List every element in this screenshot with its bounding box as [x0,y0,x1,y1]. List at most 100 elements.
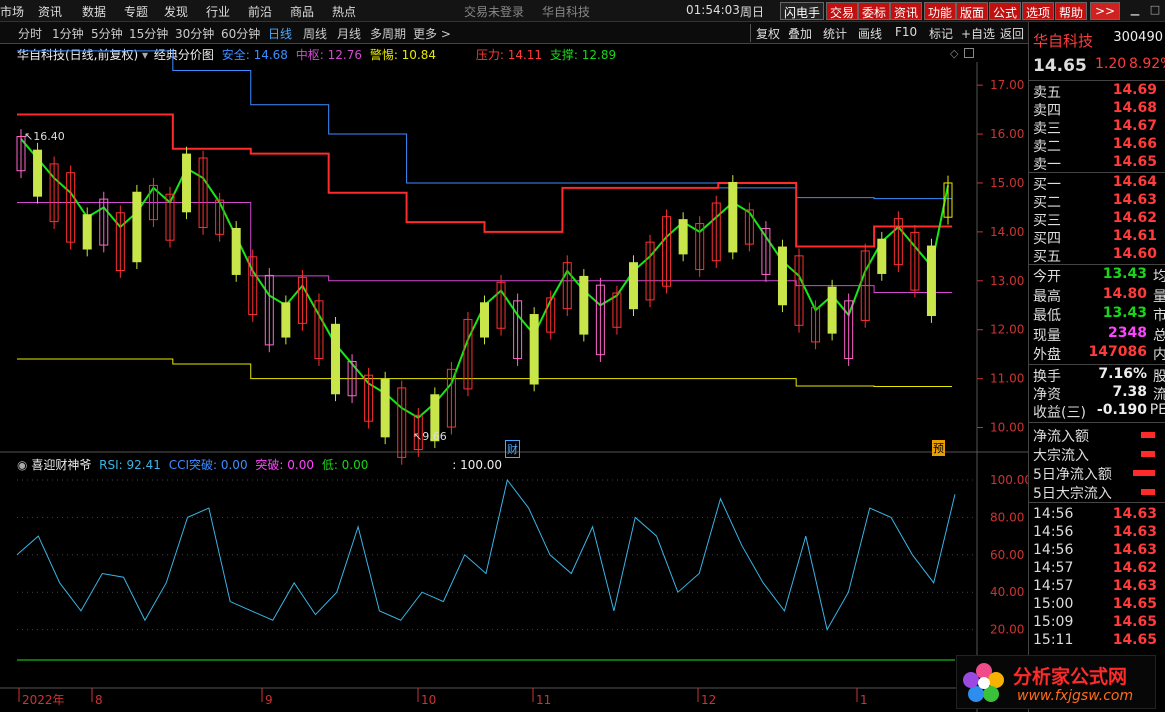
bid-row[interactable]: 买五 14.60 [1033,246,1163,265]
trade-button[interactable]: 交易 [826,2,859,20]
flow-row[interactable]: 5日净流入额 [1033,464,1163,483]
tick-row-label: 15:00 [1033,596,1074,612]
tick-row-value: 14.63 [1112,542,1157,558]
forecast-marker[interactable]: 预 [932,440,945,456]
stat-row-label: 最低 [1033,308,1061,324]
menu-data[interactable]: 数据 [82,3,106,20]
menu-frontier[interactable]: 前沿 [248,3,272,20]
menu-discover[interactable]: 发现 [164,3,188,20]
logo-title: 分析家公式网 [1013,666,1128,688]
tick-row[interactable]: 15:11 14.65 [1033,632,1163,651]
ask-row[interactable]: 卖一 14.65 [1033,154,1163,173]
candle-body [877,238,887,274]
layout-button[interactable]: 版面 [956,2,989,20]
legend-cci: CCI突破: 0.00 [168,458,248,472]
menu-hot[interactable]: 热点 [332,3,356,20]
stat2-row[interactable]: 换手 7.16% 股 [1033,366,1165,385]
maximize-icon[interactable]: □ [1148,3,1162,17]
stat-row[interactable]: 现量 2348 总 [1033,324,1165,344]
tick-row[interactable]: 14:57 14.63 [1033,578,1163,597]
flow-row[interactable]: 5日大宗流入 [1033,483,1163,502]
ask-row[interactable]: 卖四 14.68 [1033,100,1163,119]
tick-row[interactable]: 14:56 14.63 [1033,506,1163,525]
flow-bar [1141,489,1155,495]
ask-row[interactable]: 卖五 14.69 [1033,82,1163,101]
candle-body [82,214,92,250]
legend-breakout: 突破: 0.00 [255,458,314,472]
news-button[interactable]: 资讯 [890,2,923,20]
stat-row-value: 2348 [1108,324,1147,341]
stat2-row[interactable]: 净资 7.38 流 [1033,384,1165,403]
login-status[interactable]: 交易未登录 [464,3,524,20]
bid-row[interactable]: 买三 14.62 [1033,210,1163,229]
bid-row[interactable]: 买一 14.64 [1033,174,1163,193]
minimize-icon[interactable]: ▁ [1128,3,1142,17]
formula-button[interactable]: 公式 [989,2,1022,20]
flow-row[interactable]: 净流入额 [1033,426,1163,445]
stat-row-value: 14.80 [1102,285,1147,302]
tick-row[interactable]: 15:09 14.65 [1033,614,1163,633]
tick-row[interactable]: 14:56 14.63 [1033,542,1163,561]
tick-row-label: 15:09 [1033,614,1074,630]
ask-row[interactable]: 卖二 14.66 [1033,136,1163,155]
stat2-row-tail: 股 [1153,369,1165,385]
tick-row-value: 14.65 [1112,614,1157,630]
flow-row[interactable]: 大宗流入 [1033,445,1163,464]
subchart-name[interactable]: 喜迎财神爷 [31,458,91,472]
tick-row-value: 14.63 [1112,506,1157,522]
window-title: 华自科技 [542,5,591,19]
stat2-row[interactable]: 收益(三) -0.190 PE [1033,402,1165,421]
tick-row-value: 14.63 [1112,524,1157,540]
function-button[interactable]: 功能 [924,2,957,20]
ask-row-label: 卖一 [1033,157,1061,173]
order-button[interactable]: 委标 [858,2,891,20]
menu-market[interactable]: 市场 [0,3,24,20]
date-tick-label: 10 [421,693,436,707]
candle-body [380,378,390,438]
stat-row[interactable]: 最高 14.80 量 [1033,285,1165,305]
legend-level: : 100.00 [452,458,503,472]
tick-row-value: 14.65 [1112,596,1157,612]
candle-body [827,286,837,334]
subchart-toggle-icon[interactable]: ◉ [17,458,27,472]
site-logo: 分析家公式网 www.fxjgsw.com [956,655,1156,709]
stat-row[interactable]: 今开 13.43 均 [1033,266,1165,285]
candle-body [33,149,43,197]
ask-row-value: 14.67 [1112,118,1157,134]
candle-body [331,323,341,395]
chart-canvas[interactable]: 17.00 16.00 15.00 14.00 13.00 12.00 11.00 10.00… [0,22,1028,712]
candle-body [132,191,142,263]
more-arrows-button[interactable]: >> [1090,2,1120,20]
finance-marker[interactable]: 财 [505,440,520,458]
menu-news[interactable]: 资讯 [38,3,62,20]
options-button[interactable]: 选项 [1022,2,1055,20]
price-tick-label: 13.00 [990,274,1024,288]
tick-row-label: 14:56 [1033,524,1074,540]
ask-row-label: 卖二 [1033,139,1061,155]
stat-row-tail: 量 [1153,288,1165,305]
stat-row-value: 13.43 [1102,266,1147,282]
lightning-trade-button[interactable]: 闪电手 [780,2,825,20]
sub-tick-label: 40.00 [990,585,1024,599]
quote-panel: 华自科技 300490 14.65 1.20 8.92% 卖五 14.69 卖四 14… [1028,22,1165,712]
stat-row-label: 最高 [1033,288,1061,305]
menu-industry[interactable]: 行业 [206,3,230,20]
stat2-row-label: 换手 [1033,369,1061,385]
menu-topics[interactable]: 专题 [124,3,148,20]
tick-row[interactable]: 14:57 14.62 [1033,560,1163,579]
stat-row[interactable]: 最低 13.43 市 [1033,305,1165,324]
tick-row[interactable]: 14:56 14.63 [1033,524,1163,543]
bid-row[interactable]: 买四 14.61 [1033,228,1163,247]
menu-commodity[interactable]: 商品 [290,3,314,20]
ask-row[interactable]: 卖三 14.67 [1033,118,1163,137]
help-button[interactable]: 帮助 [1055,2,1088,20]
quote-change: 1.20 [1095,56,1127,72]
low-annotation: ↖9.66 [413,430,447,443]
bid-row[interactable]: 买二 14.63 [1033,192,1163,211]
stat2-row-label: 净资 [1033,387,1061,403]
date-tick-label: 8 [95,693,103,707]
tick-row[interactable]: 15:00 14.65 [1033,596,1163,615]
bid-row-label: 买五 [1033,249,1061,265]
stat-row[interactable]: 外盘 147086 内 [1033,344,1165,363]
menu-bar: 市场 资讯 数据 专题 发现 行业 前沿 商品 热点 交易未登录 华自科技 01… [0,0,1165,22]
